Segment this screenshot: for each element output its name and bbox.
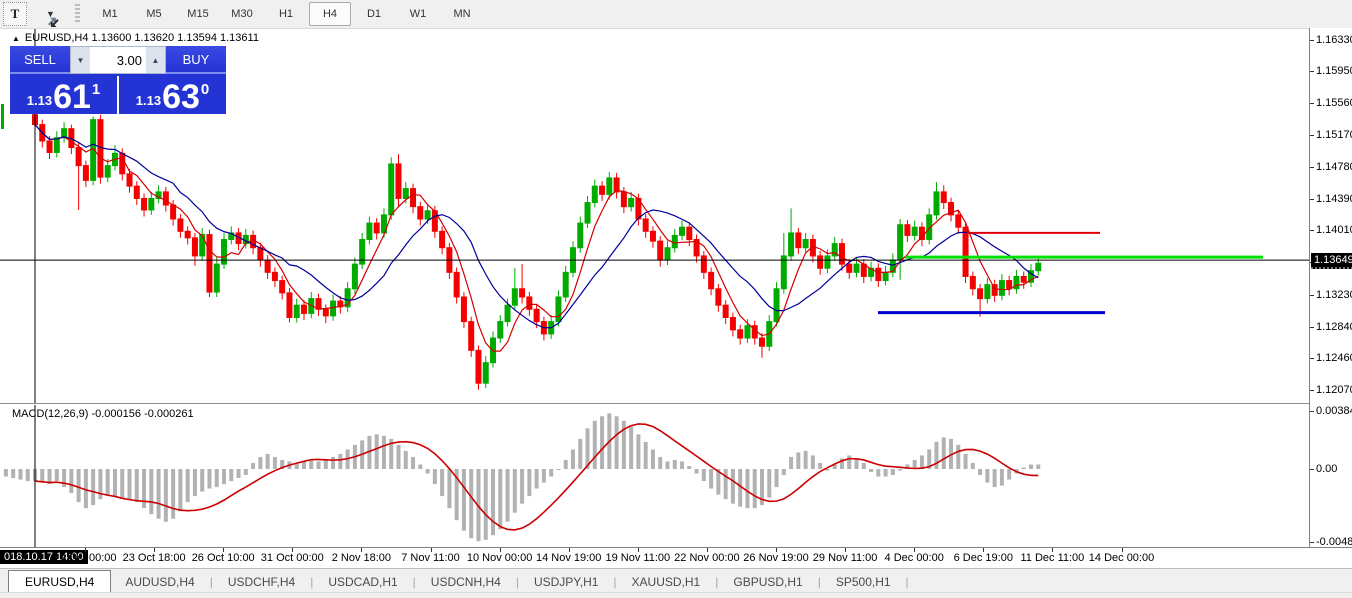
time-axis-label: 6 Dec 19:00 (954, 552, 1013, 564)
timeframe-button-d1[interactable]: D1 (353, 2, 395, 26)
tab-separator: | (905, 575, 910, 593)
time-axis-label: 23 Oct 18:00 (123, 552, 186, 564)
symbol-tab-usdcad[interactable]: USDCAD,H1 (314, 572, 411, 593)
buy-price-pips: 63 (162, 82, 200, 112)
symbol-tab-usdchf[interactable]: USDCHF,H4 (214, 572, 309, 593)
price-axis-label: 1.15950 (1316, 65, 1352, 77)
collapse-triangle-icon[interactable]: ▲ (12, 34, 20, 43)
timeframe-button-m1[interactable]: M1 (89, 2, 131, 26)
macd-axis-label-tick (1310, 542, 1314, 543)
macd-axis-label-tick (1310, 469, 1314, 470)
price-axis-label-tick (1310, 103, 1314, 104)
volume-decrease-button[interactable]: ▼ (71, 47, 90, 73)
symbol-tab-sp500[interactable]: SP500,H1 (822, 572, 905, 593)
symbol-tab-usdjpy[interactable]: USDJPY,H1 (520, 572, 612, 593)
buy-price-display[interactable]: 1.13 63 0 (119, 76, 226, 114)
price-axis-label-tick (1310, 199, 1314, 200)
price-axis-label-tick (1310, 230, 1314, 231)
macd-indicator-pane[interactable] (0, 405, 1309, 547)
price-axis-label: 1.14390 (1316, 193, 1352, 205)
current-price-label: 1.13649 (1311, 253, 1352, 269)
timeframe-button-mn[interactable]: MN (441, 2, 483, 26)
time-axis-label: 7 Nov 11:00 (401, 552, 460, 564)
timeframe-button-m15[interactable]: M15 (177, 2, 219, 26)
price-axis-label: 1.16330 (1316, 34, 1352, 46)
price-axis-label: 1.12070 (1316, 384, 1352, 396)
trading-terminal-window: T ▼ M1M5M15M30H1H4D1W1MN ▲ EURUSD,H4 1.13… (0, 0, 1352, 598)
volume-stepper: ▼ ▲ (70, 46, 166, 74)
symbol-tab-eurusd[interactable]: EURUSD,H4 (8, 570, 111, 593)
time-axis-label: 26 Nov 19:00 (743, 552, 808, 564)
time-axis-label: 11 Dec 11:00 (1020, 552, 1084, 564)
price-axis-label-tick (1310, 327, 1314, 328)
timeframe-button-h1[interactable]: H1 (265, 2, 307, 26)
time-axis-label: 14 Dec 00:00 (1089, 552, 1154, 564)
macd-axis-label: 0.00 (1316, 463, 1337, 475)
symbol-tab-xauusd[interactable]: XAUUSD,H1 (618, 572, 715, 593)
price-axis-label-tick (1310, 71, 1314, 72)
time-axis-label: 2 Nov 18:00 (332, 552, 391, 564)
price-axis-label: 1.13230 (1316, 289, 1352, 301)
timeframe-button-w1[interactable]: W1 (397, 2, 439, 26)
top-toolbar: T ▼ M1M5M15M30H1H4D1W1MN (0, 0, 1352, 29)
sell-price-base: 1.13 (27, 93, 52, 108)
time-axis-label: 10 Nov 00:00 (467, 552, 532, 564)
price-axis-label: 1.14010 (1316, 224, 1352, 236)
time-axis-label: 22 Nov 00:00 (674, 552, 739, 564)
price-axis-label: 1.15170 (1316, 129, 1352, 141)
price-axis[interactable]: 1.16330 1.15950 1.15560 1.15170 1.14780 1.143… (1309, 28, 1352, 568)
symbol-tab-gbpusd[interactable]: GBPUSD,H1 (719, 572, 816, 593)
time-axis-label: 4 Dec 00:00 (885, 552, 944, 564)
buy-price-point: 0 (201, 81, 209, 98)
price-axis-label: 1.12460 (1316, 352, 1352, 364)
time-axis[interactable]: 018.10.17 14:00 19 Oct 00:0023 Oct 18:00… (0, 547, 1352, 569)
time-axis-label: 19 Oct 00:00 (54, 552, 117, 564)
timeframe-button-m5[interactable]: M5 (133, 2, 175, 26)
sell-price-point: 1 (92, 81, 100, 98)
price-axis-label: 1.12840 (1316, 321, 1352, 333)
price-axis-label: 1.14780 (1316, 161, 1352, 173)
time-axis-label: 19 Nov 11:00 (605, 552, 670, 564)
sell-price-pips: 61 (53, 82, 91, 112)
sell-price-display[interactable]: 1.13 61 1 (10, 76, 119, 114)
macd-axis-label-tick (1310, 411, 1314, 412)
buy-button[interactable]: BUY (166, 46, 226, 74)
time-axis-label: 29 Nov 11:00 (813, 552, 878, 564)
price-axis-label: 1.15560 (1316, 97, 1352, 109)
time-axis-label: 14 Nov 19:00 (536, 552, 601, 564)
timeframe-button-group: M1M5M15M30H1H4D1W1MN (88, 2, 484, 26)
text-tool-button[interactable]: T (3, 2, 27, 26)
time-axis-label: 31 Oct 00:00 (261, 552, 324, 564)
volume-increase-button[interactable]: ▲ (146, 47, 165, 73)
macd-axis-label: 0.003847 (1316, 405, 1352, 417)
symbol-tab-usdcnh[interactable]: USDCNH,H4 (417, 572, 515, 593)
chart-ohlc-text: EURUSD,H4 1.13600 1.13620 1.13594 1.1361… (25, 32, 259, 44)
status-strip (0, 592, 1352, 598)
toolbar-grip[interactable] (75, 4, 80, 24)
buy-price-base: 1.13 (136, 93, 161, 108)
timeframe-button-m30[interactable]: M30 (221, 2, 263, 26)
volume-input[interactable] (90, 47, 146, 73)
price-axis-label-tick (1310, 390, 1314, 391)
symbol-tab-bar: EURUSD,H4AUDUSD,H4|USDCHF,H4|USDCAD,H1|U… (0, 568, 1352, 593)
timeframe-button-h4[interactable]: H4 (309, 2, 351, 26)
one-click-trade-panel: SELL ▼ ▲ BUY 1.13 61 1 1.13 63 0 (10, 46, 226, 114)
price-axis-label-tick (1310, 40, 1314, 41)
sell-button[interactable]: SELL (10, 46, 70, 74)
time-axis-label: 26 Oct 10:00 (192, 552, 255, 564)
symbol-tab-audusd[interactable]: AUDUSD,H4 (111, 572, 208, 593)
price-axis-label-tick (1310, 167, 1314, 168)
arrange-arrows-button[interactable]: ▼ (35, 3, 65, 25)
price-axis-label-tick (1310, 358, 1314, 359)
price-axis-label-tick (1310, 295, 1314, 296)
chart-symbol-header: ▲ EURUSD,H4 1.13600 1.13620 1.13594 1.136… (12, 32, 259, 44)
price-axis-label-tick (1310, 135, 1314, 136)
macd-label: MACD(12,26,9) -0.000156 -0.000261 (12, 408, 194, 420)
